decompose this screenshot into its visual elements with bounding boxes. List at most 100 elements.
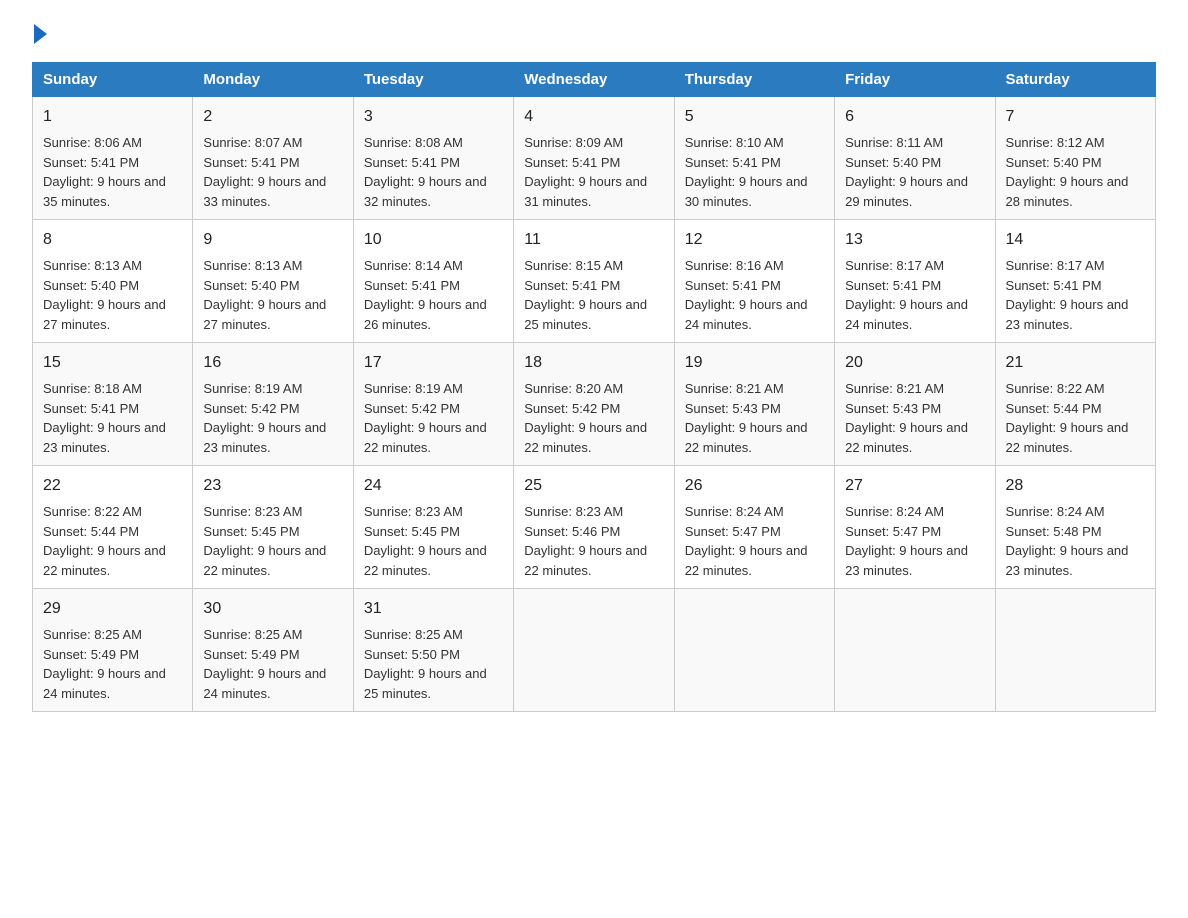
sunrise-text: Sunrise: 8:09 AM <box>524 135 623 150</box>
sunset-text: Sunset: 5:42 PM <box>203 401 299 416</box>
calendar-cell: 11Sunrise: 8:15 AMSunset: 5:41 PMDayligh… <box>514 220 674 343</box>
calendar-cell: 26Sunrise: 8:24 AMSunset: 5:47 PMDayligh… <box>674 466 834 589</box>
sunset-text: Sunset: 5:45 PM <box>364 524 460 539</box>
sunrise-text: Sunrise: 8:25 AM <box>43 627 142 642</box>
day-number: 6 <box>845 105 984 129</box>
calendar-cell: 8Sunrise: 8:13 AMSunset: 5:40 PMDaylight… <box>33 220 193 343</box>
daylight-text: Daylight: 9 hours and 23 minutes. <box>845 543 968 578</box>
day-number: 30 <box>203 597 342 621</box>
calendar-cell: 27Sunrise: 8:24 AMSunset: 5:47 PMDayligh… <box>835 466 995 589</box>
sunrise-text: Sunrise: 8:25 AM <box>203 627 302 642</box>
column-header-saturday: Saturday <box>995 63 1155 97</box>
sunset-text: Sunset: 5:43 PM <box>845 401 941 416</box>
sunrise-text: Sunrise: 8:13 AM <box>43 258 142 273</box>
calendar-cell <box>835 589 995 712</box>
day-number: 23 <box>203 474 342 498</box>
sunset-text: Sunset: 5:47 PM <box>685 524 781 539</box>
sunset-text: Sunset: 5:41 PM <box>685 155 781 170</box>
calendar-cell: 24Sunrise: 8:23 AMSunset: 5:45 PMDayligh… <box>353 466 513 589</box>
sunset-text: Sunset: 5:40 PM <box>845 155 941 170</box>
sunset-text: Sunset: 5:40 PM <box>203 278 299 293</box>
calendar-cell: 17 Sunrise: 8:19 AM Sunset: 5:42 PM Dayligh… <box>353 343 513 466</box>
daylight-text: Daylight: 9 hours and 22 minutes. <box>524 543 647 578</box>
sunset-text: Sunset: 5:47 PM <box>845 524 941 539</box>
daylight-text: Daylight: 9 hours and 23 minutes. <box>203 420 326 455</box>
daylight-text: Daylight: 9 hours and 22 minutes. <box>685 420 808 455</box>
calendar-cell: 30Sunrise: 8:25 AMSunset: 5:49 PMDayligh… <box>193 589 353 712</box>
sunset-text: Sunset: 5:41 PM <box>524 155 620 170</box>
day-number: 26 <box>685 474 824 498</box>
column-header-thursday: Thursday <box>674 63 834 97</box>
sunset-text: Sunset: 5:40 PM <box>1006 155 1102 170</box>
sunrise-text: Sunrise: 8:08 AM <box>364 135 463 150</box>
calendar-week-row: 1 Sunrise: 8:06 AM Sunset: 5:41 PM Daylight… <box>33 97 1156 220</box>
sunset-text: Sunset: 5:41 PM <box>364 278 460 293</box>
calendar-cell: 19Sunrise: 8:21 AMSunset: 5:43 PMDayligh… <box>674 343 834 466</box>
calendar-cell: 20Sunrise: 8:21 AMSunset: 5:43 PMDayligh… <box>835 343 995 466</box>
daylight-text: Daylight: 9 hours and 25 minutes. <box>524 297 647 332</box>
sunset-text: Sunset: 5:41 PM <box>364 155 460 170</box>
calendar-cell: 23Sunrise: 8:23 AMSunset: 5:45 PMDayligh… <box>193 466 353 589</box>
day-number: 27 <box>845 474 984 498</box>
daylight-text: Daylight: 9 hours and 24 minutes. <box>43 666 166 701</box>
daylight-text: Daylight: 9 hours and 22 minutes. <box>364 420 487 455</box>
daylight-text: Daylight: 9 hours and 22 minutes. <box>845 420 968 455</box>
calendar-week-row: 29Sunrise: 8:25 AMSunset: 5:49 PMDayligh… <box>33 589 1156 712</box>
day-number: 8 <box>43 228 182 252</box>
sunrise-text: Sunrise: 8:17 AM <box>1006 258 1105 273</box>
sunrise-text: Sunrise: 8:19 AM <box>203 381 302 396</box>
daylight-text: Daylight: 9 hours and 31 minutes. <box>524 174 647 209</box>
sunrise-text: Sunrise: 8:12 AM <box>1006 135 1105 150</box>
sunrise-text: Sunrise: 8:22 AM <box>43 504 142 519</box>
daylight-text: Daylight: 9 hours and 30 minutes. <box>685 174 808 209</box>
day-number: 24 <box>364 474 503 498</box>
daylight-text: Daylight: 9 hours and 22 minutes. <box>43 543 166 578</box>
calendar-cell: 2Sunrise: 8:07 AMSunset: 5:41 PMDaylight… <box>193 97 353 220</box>
sunset-text: Sunset: 5:41 PM <box>845 278 941 293</box>
daylight-text: Daylight: 9 hours and 22 minutes. <box>1006 420 1129 455</box>
calendar-cell: 13Sunrise: 8:17 AMSunset: 5:41 PMDayligh… <box>835 220 995 343</box>
logo <box>32 24 47 50</box>
daylight-text: Daylight: 9 hours and 23 minutes. <box>1006 297 1129 332</box>
day-number: 17 <box>364 351 503 375</box>
sunrise-text: Sunrise: 8:17 AM <box>845 258 944 273</box>
day-number: 12 <box>685 228 824 252</box>
daylight-text: Daylight: 9 hours and 29 minutes. <box>845 174 968 209</box>
daylight-text: Daylight: 9 hours and 24 minutes. <box>203 666 326 701</box>
day-number: 10 <box>364 228 503 252</box>
day-number: 29 <box>43 597 182 621</box>
sunrise-text: Sunrise: 8:07 AM <box>203 135 302 150</box>
sunrise-text: Sunrise: 8:11 AM <box>845 135 943 150</box>
daylight-text: Daylight: 9 hours and 23 minutes. <box>1006 543 1129 578</box>
day-number: 2 <box>203 105 342 129</box>
sunset-text: Sunset: 5:41 PM <box>43 401 139 416</box>
day-number: 11 <box>524 228 663 252</box>
sunrise-text: Sunrise: 8:21 AM <box>685 381 784 396</box>
calendar-header-row: SundayMondayTuesdayWednesdayThursdayFrid… <box>33 63 1156 97</box>
daylight-text: Daylight: 9 hours and 25 minutes. <box>364 666 487 701</box>
sunrise-text: Sunrise: 8:06 AM <box>43 135 142 150</box>
calendar-cell: 16 Sunrise: 8:19 AM Sunset: 5:42 PM Dayligh… <box>193 343 353 466</box>
column-header-sunday: Sunday <box>33 63 193 97</box>
sunset-text: Sunset: 5:40 PM <box>43 278 139 293</box>
daylight-text: Daylight: 9 hours and 26 minutes. <box>364 297 487 332</box>
sunrise-text: Sunrise: 8:20 AM <box>524 381 623 396</box>
day-number: 16 <box>203 351 342 375</box>
sunrise-text: Sunrise: 8:19 AM <box>364 381 463 396</box>
calendar-cell: 25Sunrise: 8:23 AMSunset: 5:46 PMDayligh… <box>514 466 674 589</box>
sunset-text: Sunset: 5:45 PM <box>203 524 299 539</box>
calendar-cell: 7Sunrise: 8:12 AMSunset: 5:40 PMDaylight… <box>995 97 1155 220</box>
sunrise-text: Sunrise: 8:23 AM <box>524 504 623 519</box>
day-number: 19 <box>685 351 824 375</box>
calendar-cell: 15Sunrise: 8:18 AMSunset: 5:41 PMDayligh… <box>33 343 193 466</box>
sunset-text: Sunset: 5:42 PM <box>364 401 460 416</box>
sunset-text: Sunset: 5:44 PM <box>43 524 139 539</box>
sunrise-text: Sunrise: 8:15 AM <box>524 258 623 273</box>
day-number: 22 <box>43 474 182 498</box>
sunrise-text: Sunrise: 8:18 AM <box>43 381 142 396</box>
sunrise-text: Sunrise: 8:23 AM <box>203 504 302 519</box>
calendar-cell: 1Sunrise: 8:06 AMSunset: 5:41 PMDaylight… <box>33 97 193 220</box>
day-number: 1 <box>43 105 182 129</box>
sunrise-text: Sunrise: 8:25 AM <box>364 627 463 642</box>
sunrise-text: Sunrise: 8:24 AM <box>685 504 784 519</box>
